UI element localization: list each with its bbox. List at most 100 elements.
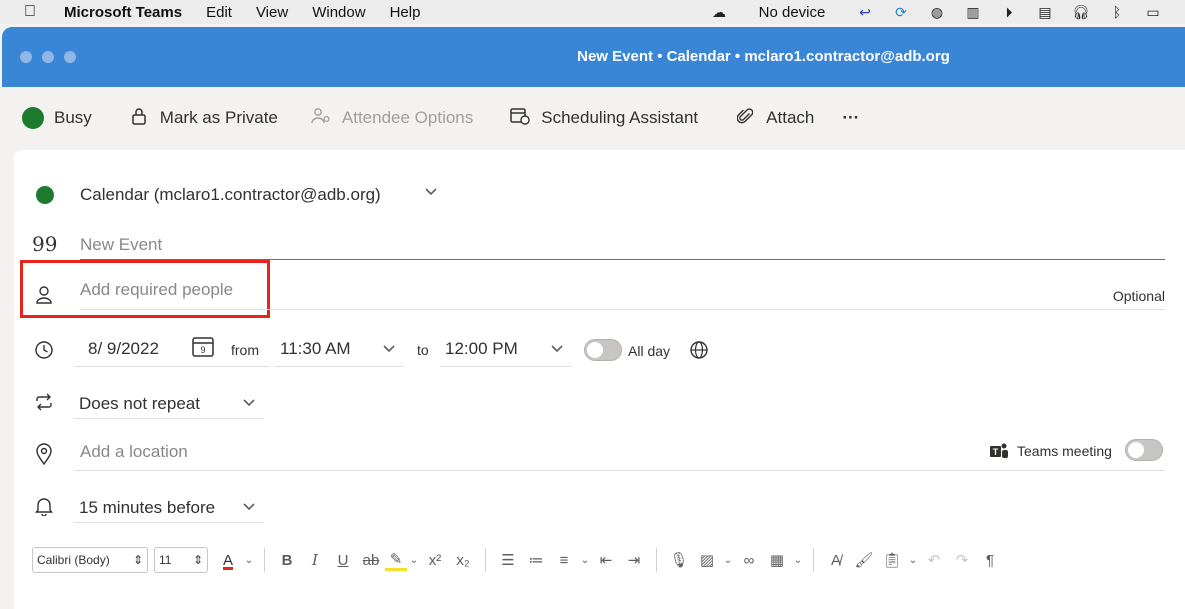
keyboard-icon[interactable]: ▤ xyxy=(1027,4,1063,21)
reminder-underline xyxy=(74,522,264,523)
date-field[interactable]: 8/ 9/2022 xyxy=(88,339,159,359)
decrease-indent-button[interactable]: ⇤ xyxy=(592,551,620,569)
underline-button[interactable]: U xyxy=(329,552,357,569)
calendar-selector[interactable]: Calendar (mclaro1.contractor@adb.org) xyxy=(80,185,381,205)
table-icon[interactable]: ▦ xyxy=(763,551,791,569)
bold-button[interactable]: B xyxy=(273,552,301,569)
location-pin-icon xyxy=(32,443,56,470)
reminder-chevron-icon[interactable] xyxy=(242,500,256,515)
window-title: New Event • Calendar • mclaro1.contracto… xyxy=(577,48,950,65)
battery-icon[interactable]: ▭ xyxy=(1135,4,1171,21)
paragraph-marks-icon[interactable]: ¶ xyxy=(976,552,1004,569)
italic-button[interactable]: I xyxy=(301,551,329,569)
undo-icon[interactable]: ↶ xyxy=(920,551,948,569)
menu-window[interactable]: Window xyxy=(312,4,365,21)
teams-meeting-label: Teams meeting xyxy=(1017,443,1112,459)
all-day-toggle-knob xyxy=(587,342,603,358)
menu-view[interactable]: View xyxy=(256,4,288,21)
busy-status-button[interactable]: Busy xyxy=(22,98,92,138)
repeat-icon xyxy=(32,393,56,416)
align-button[interactable]: ≡ xyxy=(550,552,578,569)
all-day-toggle[interactable] xyxy=(584,339,622,361)
repeat-dropdown[interactable]: Does not repeat xyxy=(79,394,200,414)
mac-menubar:  Microsoft Teams Edit View Window Help … xyxy=(0,0,1185,24)
font-color-chevron-icon[interactable]: ⌄ xyxy=(242,555,256,566)
sync-icon[interactable]: ⟳ xyxy=(883,4,919,21)
superscript-button[interactable]: x² xyxy=(421,552,449,569)
paperclip-icon xyxy=(734,107,756,130)
redo-icon[interactable]: ↷ xyxy=(948,551,976,569)
format-painter-icon[interactable]: 🖌︎ xyxy=(850,551,878,569)
date-underline xyxy=(74,366,270,367)
scheduling-assistant-button[interactable]: Scheduling Assistant xyxy=(509,98,698,138)
menu-app-name[interactable]: Microsoft Teams xyxy=(64,4,182,21)
battery-monitor-icon[interactable]: ▥ xyxy=(955,4,991,21)
apple-icon[interactable]:  xyxy=(24,3,54,21)
attach-label: Attach xyxy=(766,108,815,127)
stepper-icon: ⇕ xyxy=(192,553,203,567)
attendee-options-icon xyxy=(310,107,332,130)
lock-icon xyxy=(128,107,150,130)
clock-icon xyxy=(32,340,56,365)
mark-private-button[interactable]: Mark as Private xyxy=(128,98,278,138)
table-chevron-icon[interactable]: ⌄ xyxy=(791,555,805,566)
menu-edit[interactable]: Edit xyxy=(206,4,232,21)
cloud-off-icon[interactable]: ☁ xyxy=(701,4,737,21)
no-device-label[interactable]: No device xyxy=(737,4,847,21)
font-family-select[interactable]: Calibri (Body) ⇕ xyxy=(32,547,148,573)
picture-chevron-icon[interactable]: ⌄ xyxy=(721,555,735,566)
location-input[interactable] xyxy=(80,438,880,466)
repeat-chevron-icon[interactable] xyxy=(242,396,256,411)
numbered-list-button[interactable]: ≔ xyxy=(522,551,550,569)
end-time-field[interactable]: 12:00 PM xyxy=(445,339,518,359)
more-options-button[interactable]: ··· xyxy=(842,98,859,138)
headphones-icon[interactable]: 🎧︎ xyxy=(1063,4,1099,21)
font-size-select[interactable]: 11 ⇕ xyxy=(154,547,208,573)
highlight-chevron-icon[interactable]: ⌄ xyxy=(407,555,421,566)
optional-people-link[interactable]: Optional xyxy=(1113,288,1165,304)
time-zone-globe-icon[interactable] xyxy=(689,340,709,365)
all-day-label: All day xyxy=(628,343,671,359)
highlight-button[interactable]: ✎ xyxy=(385,550,407,571)
svg-text:T: T xyxy=(993,447,999,457)
font-color-button[interactable]: A xyxy=(214,552,242,569)
play-icon[interactable]: ⏵ xyxy=(991,4,1027,21)
scheduling-assistant-label: Scheduling Assistant xyxy=(541,108,699,127)
bluetooth-icon[interactable]: ᛒ xyxy=(1099,4,1135,20)
formatting-toolbar: Calibri (Body) ⇕ 11 ⇕ A ⌄ B I U ab ✎ ⌄ x² … xyxy=(32,545,1004,575)
strikethrough-button[interactable]: ab xyxy=(357,552,385,569)
chevron-down-icon[interactable] xyxy=(424,184,438,200)
subscript-button[interactable]: x₂ xyxy=(449,552,477,569)
menu-help[interactable]: Help xyxy=(390,4,421,21)
insert-picture-icon[interactable]: ▨ xyxy=(693,551,721,569)
reminder-dropdown[interactable]: 15 minutes before xyxy=(79,498,215,518)
status-tray: ☁ No device ↩ ⟳ ◍ ▥ ⏵ ▤ 🎧︎ ᛒ ▭ xyxy=(701,0,1171,24)
start-time-field[interactable]: 11:30 AM xyxy=(280,339,351,359)
styles-icon[interactable]: A̸ xyxy=(822,552,850,569)
event-form: Calendar (mclaro1.contractor@adb.org) 99… xyxy=(14,150,1185,609)
end-time-underline xyxy=(440,366,572,367)
start-time-chevron-icon[interactable] xyxy=(382,342,396,357)
from-label: from xyxy=(231,342,259,358)
font-size-value: 11 xyxy=(159,553,172,567)
busy-status-icon xyxy=(22,107,44,129)
link-icon[interactable]: ∞ xyxy=(735,552,763,569)
globe-icon[interactable]: ◍ xyxy=(919,4,955,21)
dictate-microphone-icon[interactable]: 🎙︎ xyxy=(665,551,693,569)
scheduling-assistant-icon xyxy=(509,107,531,130)
calendar-picker-icon[interactable]: 9 xyxy=(192,336,214,363)
calendar-picker-day: 9 xyxy=(200,345,205,355)
align-chevron-icon[interactable]: ⌄ xyxy=(578,555,592,566)
event-title-input[interactable] xyxy=(80,230,1165,260)
return-arrow-icon[interactable]: ↩ xyxy=(847,4,883,21)
attendee-options-button[interactable]: Attendee Options xyxy=(310,98,473,138)
end-time-chevron-icon[interactable] xyxy=(550,342,564,357)
paste-icon[interactable]: 📋︎ xyxy=(878,551,906,569)
increase-indent-button[interactable]: ⇥ xyxy=(620,551,648,569)
attendee-options-label: Attendee Options xyxy=(341,108,474,127)
teams-meeting-toggle[interactable] xyxy=(1125,439,1163,461)
paste-chevron-icon[interactable]: ⌄ xyxy=(906,555,920,566)
bullet-list-button[interactable]: ☰ xyxy=(494,551,522,569)
attach-button[interactable]: Attach xyxy=(734,98,814,138)
bell-icon xyxy=(32,496,56,521)
